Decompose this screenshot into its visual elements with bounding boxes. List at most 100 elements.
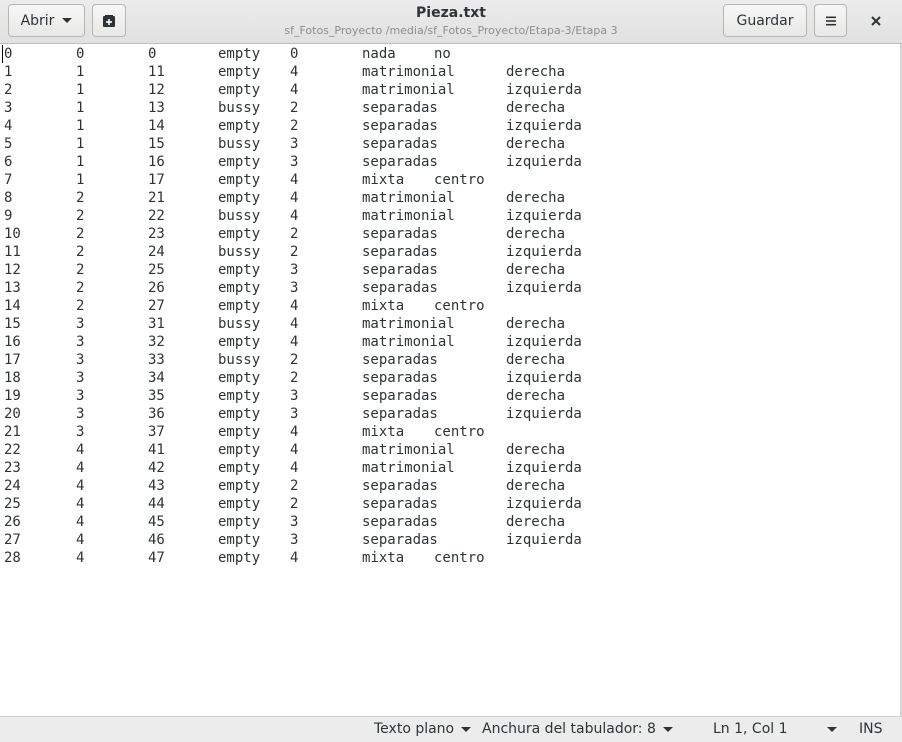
text-cell: 2 — [76, 190, 85, 206]
text-cell: 1 — [4, 64, 13, 80]
text-line: 19 3 35 empty 3 separadas derecha — [0, 387, 900, 405]
text-cell: 35 — [148, 388, 165, 404]
text-cell: 23 — [148, 226, 165, 242]
text-cell: empty — [218, 550, 261, 566]
text-cell: centro — [434, 298, 485, 314]
cursor-position-selector[interactable]: Ln 1, Col 1 — [713, 721, 837, 737]
text-cell: separadas — [362, 388, 438, 404]
text-cell: 3 — [290, 280, 299, 296]
text-cell: mixta — [362, 298, 405, 314]
text-cell: 3 — [76, 352, 85, 368]
text-cell: empty — [218, 46, 261, 62]
text-line: 5 1 15 bussy 3 separadas derecha — [0, 135, 900, 153]
text-cell: 3 — [76, 388, 85, 404]
text-cell: izquierda — [506, 334, 582, 350]
text-cell: 31 — [148, 316, 165, 332]
text-cell: izquierda — [506, 82, 582, 98]
text-cell: 7 — [4, 172, 13, 188]
text-cell: 2 — [290, 244, 299, 260]
text-editor[interactable]: 0 0 0 empty 0 nada no 1 1 11 empty 4 matrimonial dere… — [0, 45, 900, 716]
text-cell: empty — [218, 154, 261, 170]
text-cell: 2 — [290, 100, 299, 116]
text-cell: izquierda — [506, 406, 582, 422]
text-cell: 2 — [290, 370, 299, 386]
text-cell: 1 — [76, 172, 85, 188]
text-line: 22 4 41 empty 4 matrimonial derecha — [0, 441, 900, 459]
text-cell: izquierda — [506, 532, 582, 548]
language-label: Texto plano — [374, 721, 455, 737]
text-cell: 44 — [148, 496, 165, 512]
text-cell: separadas — [362, 478, 438, 494]
menu-button[interactable] — [814, 4, 847, 37]
text-cell: bussy — [218, 244, 261, 260]
text-cell: 14 — [148, 118, 165, 134]
insert-mode-indicator[interactable]: INS — [859, 721, 883, 737]
text-cell: separadas — [362, 514, 438, 530]
text-cell: 17 — [4, 352, 21, 368]
text-cell: 37 — [148, 424, 165, 440]
text-line: 9 2 22 bussy 4 matrimonial izquierda — [0, 207, 900, 225]
text-cell: 25 — [148, 262, 165, 278]
text-cell: derecha — [506, 100, 566, 116]
text-cell: separadas — [362, 154, 438, 170]
cursor-position-label: Ln 1, Col 1 — [713, 721, 788, 737]
text-cell: 22 — [4, 442, 21, 458]
text-cell: derecha — [506, 388, 566, 404]
text-cell: 20 — [4, 406, 21, 422]
text-cell: 2 — [290, 352, 299, 368]
text-cell: 3 — [76, 370, 85, 386]
text-cell: 5 — [4, 136, 13, 152]
text-cell: 43 — [148, 478, 165, 494]
text-cell: 3 — [76, 406, 85, 422]
text-cell: 4 — [290, 316, 299, 332]
text-cell: 1 — [76, 118, 85, 134]
close-button[interactable] — [858, 4, 894, 37]
text-cell: 8 — [4, 190, 13, 206]
tab-width-selector[interactable]: Anchura del tabulador: 8 — [482, 721, 673, 737]
text-cell: 4 — [290, 460, 299, 476]
text-cell: 27 — [148, 298, 165, 314]
text-cell: empty — [218, 442, 261, 458]
text-cell: 15 — [4, 316, 21, 332]
text-cell: 16 — [4, 334, 21, 350]
text-cell: 3 — [290, 514, 299, 530]
text-cell: 4 — [290, 334, 299, 350]
language-selector[interactable]: Texto plano — [374, 721, 472, 737]
text-cell: 3 — [4, 100, 13, 116]
text-cell: no — [434, 46, 451, 62]
text-cell: empty — [218, 460, 261, 476]
text-cell: 22 — [148, 208, 165, 224]
text-line: 20 3 36 empty 3 separadas izquierda — [0, 405, 900, 423]
text-cell: 3 — [76, 316, 85, 332]
text-cell: izquierda — [506, 154, 582, 170]
text-cell: empty — [218, 514, 261, 530]
text-cell: 6 — [4, 154, 13, 170]
text-cell: 2 — [76, 208, 85, 224]
text-cell: 2 — [290, 226, 299, 242]
save-button[interactable]: Guardar — [723, 4, 807, 37]
text-line: 13 2 26 empty 3 separadas izquierda — [0, 279, 900, 297]
text-cell: derecha — [506, 478, 566, 494]
text-cell: 4 — [290, 550, 299, 566]
text-cell: empty — [218, 226, 261, 242]
text-cell: 21 — [4, 424, 21, 440]
text-cell: 33 — [148, 352, 165, 368]
text-cell: matrimonial — [362, 208, 455, 224]
text-line: 24 4 43 empty 2 separadas derecha — [0, 477, 900, 495]
text-cell: 4 — [290, 82, 299, 98]
text-cell: 3 — [290, 136, 299, 152]
text-cell: 12 — [4, 262, 21, 278]
text-cell: 4 — [290, 442, 299, 458]
text-cell: 2 — [76, 280, 85, 296]
text-cell: matrimonial — [362, 460, 455, 476]
tab-width-label: Anchura del tabulador: 8 — [482, 721, 656, 737]
text-cell: 34 — [148, 370, 165, 386]
text-cell: separadas — [362, 370, 438, 386]
text-line: 3 1 13 bussy 2 separadas derecha — [0, 99, 900, 117]
text-cell: bussy — [218, 208, 261, 224]
text-line: 8 2 21 empty 4 matrimonial derecha — [0, 189, 900, 207]
text-cell: separadas — [362, 496, 438, 512]
text-cell: 15 — [148, 136, 165, 152]
text-line: 11 2 24 bussy 2 separadas izquierda — [0, 243, 900, 261]
text-line: 2 1 12 empty 4 matrimonial izquierda — [0, 81, 900, 99]
